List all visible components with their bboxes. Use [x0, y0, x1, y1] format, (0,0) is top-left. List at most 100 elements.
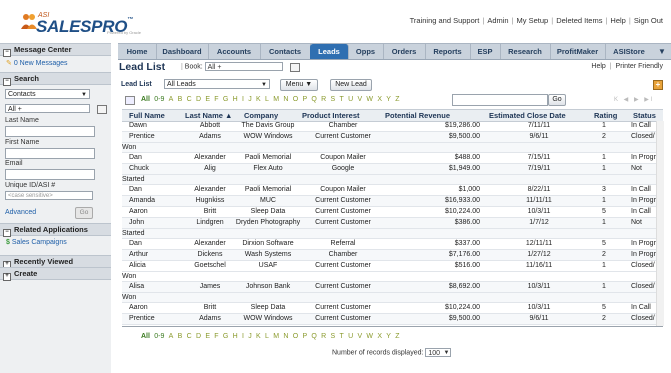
tab-contacts[interactable]: Contacts	[260, 44, 311, 59]
new-messages-link[interactable]: 0 New Messages	[14, 60, 68, 67]
create-header[interactable]: + Create	[0, 267, 111, 281]
cell-first[interactable]: Dan	[129, 153, 179, 163]
tab-asistore[interactable]: ASIStore	[605, 44, 653, 59]
unique-id-field[interactable]: <case sensitive>	[5, 191, 93, 200]
alpha-bottom-letter[interactable]: L	[265, 333, 269, 340]
lead-list-select[interactable]: All Leads ▼	[164, 79, 270, 89]
alpha-top-letter[interactable]: G	[223, 96, 228, 103]
my-setup-link[interactable]: My Setup	[517, 16, 549, 25]
printer-friendly-link[interactable]: Printer Friendly	[616, 63, 663, 70]
alpha-bottom-letter[interactable]: T	[340, 333, 344, 340]
tab-opps[interactable]: Opps	[348, 44, 384, 59]
alpha-bottom-letter[interactable]: G	[223, 333, 228, 340]
advanced-search-link[interactable]: Advanced	[5, 209, 36, 216]
alpha-bottom-letter[interactable]: R	[321, 333, 326, 340]
alpha-top-letter[interactable]: U	[348, 96, 353, 103]
tab-profitmaker[interactable]: ProfitMaker	[550, 44, 606, 59]
pager-controls[interactable]: K ◀ ▶ ▶I	[614, 96, 655, 103]
alpha-bottom-letter[interactable]: All	[141, 333, 150, 340]
alpha-top-letter[interactable]: L	[265, 96, 269, 103]
alpha-top-letter[interactable]: D	[196, 96, 201, 103]
col-rating[interactable]: Rating	[594, 110, 617, 121]
sales-campaigns-item[interactable]: $ Sales Campaigns	[6, 239, 67, 246]
collapse-icon[interactable]: −	[3, 78, 11, 86]
help-link[interactable]: Help	[591, 63, 605, 70]
cell-first[interactable]: Prentice	[129, 314, 179, 324]
cell-first[interactable]: John	[129, 218, 179, 228]
alpha-bottom-letter[interactable]: F	[214, 333, 218, 340]
col-status[interactable]: Status	[633, 110, 656, 121]
tab-accounts[interactable]: Accounts	[208, 44, 261, 59]
search-go-button[interactable]: Go	[75, 207, 93, 219]
table-scrollbar[interactable]	[656, 121, 664, 326]
alpha-bottom-letter[interactable]: B	[178, 333, 183, 340]
cell-first[interactable]: Chuck	[129, 164, 179, 174]
alpha-bottom-letter[interactable]: P	[302, 333, 307, 340]
table-row[interactable]: Arthur Dickens Wash Systems Chamber $7,176.0…	[122, 250, 663, 261]
first-name-field[interactable]	[5, 148, 95, 159]
col-product-interest[interactable]: Product Interest	[302, 110, 360, 121]
table-row[interactable]: Aaron Britt Sleep Data Current Customer $10,…	[122, 207, 663, 218]
alpha-top-letter[interactable]: T	[340, 96, 344, 103]
email-field[interactable]	[5, 169, 95, 180]
alpha-bottom-letter[interactable]: N	[283, 333, 288, 340]
tab-reports[interactable]: Reports	[425, 44, 471, 59]
cell-first[interactable]: Prentice	[129, 132, 179, 142]
filter-icon[interactable]	[125, 96, 135, 105]
col-close-date[interactable]: Estimated Close Date	[489, 110, 566, 121]
alpha-top-letter[interactable]: I	[242, 96, 244, 103]
related-apps-header[interactable]: − Related Applications	[0, 223, 111, 237]
cell-first[interactable]: Aaron	[129, 207, 179, 217]
alpha-bottom-letter[interactable]: W	[366, 333, 373, 340]
training-support-link[interactable]: Training and Support	[410, 16, 480, 25]
alpha-bottom-letter[interactable]: Z	[395, 333, 399, 340]
book-picker-icon[interactable]	[97, 105, 107, 114]
table-row[interactable]: Prentice Adams WOW Windows Current Customer…	[122, 132, 663, 143]
collapse-icon[interactable]: −	[3, 49, 11, 57]
new-lead-button[interactable]: New Lead	[330, 79, 372, 91]
alpha-top-letter[interactable]: A	[169, 96, 174, 103]
alpha-bottom-letter[interactable]: E	[205, 333, 210, 340]
menu-button[interactable]: Menu ▼	[280, 79, 318, 91]
collapse-icon[interactable]: −	[3, 229, 11, 237]
alpha-top-letter[interactable]: All	[141, 96, 150, 103]
alpha-bottom-letter[interactable]: I	[242, 333, 244, 340]
alpha-top-letter[interactable]: V	[357, 96, 362, 103]
alpha-top-letter[interactable]: S	[331, 96, 336, 103]
alpha-top-letter[interactable]: Z	[395, 96, 399, 103]
table-row[interactable]: Prentice Adams WOW Windows Current Customer…	[122, 314, 663, 325]
cell-first[interactable]: Alisa	[129, 282, 179, 292]
alpha-bottom-letter[interactable]: C	[187, 333, 192, 340]
tab-dashboard[interactable]: Dashboard	[156, 44, 209, 59]
deleted-items-link[interactable]: Deleted Items	[556, 16, 602, 25]
table-row[interactable]: Chuck Alig Flex Auto Google $1,949.00 7/19/11…	[122, 164, 663, 175]
alpha-bottom-letter[interactable]: V	[357, 333, 362, 340]
cell-first[interactable]: Dan	[129, 185, 179, 195]
message-center-header[interactable]: − Message Center	[0, 43, 111, 57]
alpha-top-letter[interactable]: W	[366, 96, 373, 103]
alpha-bottom-letter[interactable]: H	[233, 333, 238, 340]
admin-link[interactable]: Admin	[487, 16, 508, 25]
alpha-bottom-letter[interactable]: 0-9	[154, 333, 164, 340]
alpha-top-letter[interactable]: J	[248, 96, 252, 103]
cell-first[interactable]: Arthur	[129, 250, 179, 260]
alpha-top-letter[interactable]: O	[293, 96, 298, 103]
add-icon[interactable]: +	[653, 80, 663, 90]
alpha-top-letter[interactable]: M	[273, 96, 279, 103]
alpha-search-input[interactable]	[452, 94, 548, 106]
alpha-bottom-letter[interactable]: Q	[311, 333, 316, 340]
tab-leads[interactable]: Leads	[310, 44, 349, 59]
new-messages[interactable]: ✎ 0 New Messages	[6, 59, 68, 67]
tab-orders[interactable]: Orders	[383, 44, 426, 59]
records-select[interactable]: 100 ▼	[425, 348, 452, 357]
alpha-bottom-letter[interactable]: U	[348, 333, 353, 340]
alpha-top-letter[interactable]: H	[233, 96, 238, 103]
alpha-top-letter[interactable]: B	[178, 96, 183, 103]
col-company[interactable]: Company	[244, 110, 278, 121]
table-row[interactable]: Amanda Hugnkiss MUC Current Customer $16,933…	[122, 196, 663, 207]
book-picker-icon[interactable]	[290, 63, 300, 72]
help-link[interactable]: Help	[610, 16, 625, 25]
alpha-go-button[interactable]: Go	[548, 94, 566, 106]
search-header[interactable]: − Search	[0, 72, 111, 86]
expand-icon[interactable]: +	[3, 273, 11, 281]
